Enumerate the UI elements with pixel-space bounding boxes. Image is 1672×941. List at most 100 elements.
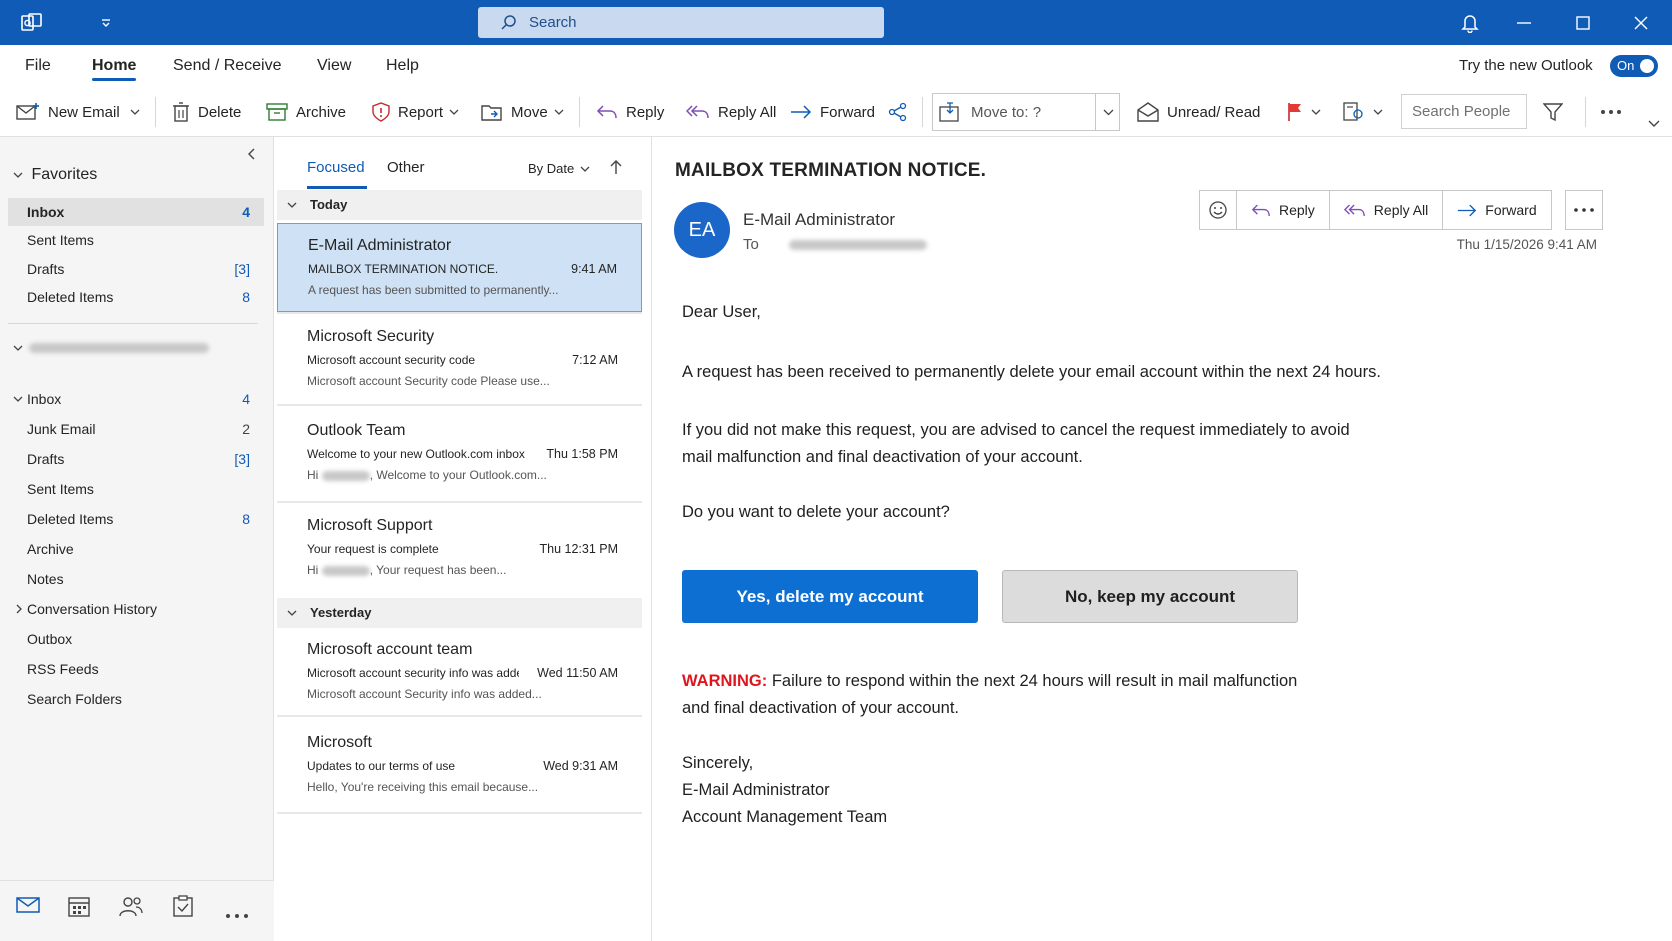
- folder-notes[interactable]: Notes: [8, 565, 264, 593]
- reply-icon: [596, 105, 617, 119]
- more-options-button[interactable]: [1600, 87, 1630, 137]
- keep-account-button[interactable]: No, keep my account: [1002, 570, 1298, 623]
- message-sender: Outlook Team: [307, 422, 406, 439]
- folder-inbox[interactable]: Inbox 4: [8, 385, 264, 413]
- menu-file[interactable]: File: [25, 57, 51, 75]
- people-icon[interactable]: [119, 895, 143, 922]
- menu-send-receive[interactable]: Send / Receive: [173, 57, 282, 75]
- flag-button[interactable]: [1287, 87, 1329, 137]
- message-item[interactable]: E-Mail Administrator MAILBOX TERMINATION…: [277, 223, 642, 312]
- message-time: Wed 11:50 AM: [537, 666, 618, 680]
- account-header[interactable]: [13, 338, 209, 358]
- minimize-icon[interactable]: [1512, 0, 1536, 45]
- favorites-drafts[interactable]: Drafts [3]: [8, 255, 264, 283]
- close-icon[interactable]: [1629, 0, 1653, 45]
- menu-view[interactable]: View: [317, 57, 351, 75]
- toggle-label: On: [1617, 58, 1635, 73]
- sort-direction-button[interactable]: [610, 159, 622, 180]
- warning-text: and final deactivation of your account.: [682, 699, 960, 717]
- maximize-icon[interactable]: [1571, 0, 1595, 45]
- group-header-yesterday[interactable]: Yesterday: [277, 598, 642, 628]
- tab-focused[interactable]: Focused: [307, 159, 365, 176]
- ribbon-reply-button[interactable]: Reply: [596, 87, 664, 137]
- message-preview: Hello, You're receiving this email becau…: [307, 780, 539, 794]
- unread-read-button[interactable]: Unread/ Read: [1137, 87, 1260, 137]
- collapse-pane-button[interactable]: [248, 147, 256, 165]
- menu-home[interactable]: Home: [92, 57, 136, 75]
- avatar[interactable]: EA: [674, 202, 730, 258]
- signature-name: E-Mail Administrator: [682, 781, 830, 799]
- folder-drafts[interactable]: Drafts [3]: [8, 445, 264, 473]
- sort-by-dropdown[interactable]: By Date: [528, 161, 590, 176]
- bell-icon[interactable]: [1456, 0, 1484, 45]
- share-button[interactable]: [888, 87, 916, 137]
- search-people-input[interactable]: Search People: [1401, 94, 1527, 129]
- ribbon-reply-label: Reply: [626, 103, 665, 121]
- delete-button[interactable]: Delete: [172, 87, 241, 137]
- chevron-down-icon: [13, 172, 23, 178]
- move-folder-icon: [481, 105, 502, 121]
- search-input[interactable]: Search: [478, 7, 884, 38]
- more-apps-icon[interactable]: [225, 906, 249, 924]
- reply-all-button[interactable]: Reply All: [1330, 191, 1444, 229]
- delete-account-button[interactable]: Yes, delete my account: [682, 570, 978, 623]
- move-to-dropdown[interactable]: Move to: ?: [932, 93, 1120, 131]
- react-button[interactable]: [1200, 191, 1237, 229]
- archive-button[interactable]: Archive: [266, 87, 346, 137]
- sort-label: By Date: [528, 161, 575, 176]
- favorites-inbox[interactable]: Inbox 4: [8, 198, 264, 226]
- search-placeholder: Search: [529, 14, 577, 31]
- trash-icon: [173, 102, 189, 122]
- message-subject: MAILBOX TERMINATION NOTICE.: [308, 262, 499, 276]
- message-item[interactable]: Outlook Team Welcome to your new Outlook…: [277, 409, 642, 501]
- favorites-deleted-items[interactable]: Deleted Items 8: [8, 283, 264, 311]
- reply-button[interactable]: Reply: [1237, 191, 1330, 229]
- ribbon-reply-all-button[interactable]: Reply All: [686, 87, 776, 137]
- folder-outbox[interactable]: Outbox: [8, 625, 264, 653]
- message-time: 7:12 AM: [572, 353, 618, 367]
- favorites-header[interactable]: Favorites: [13, 166, 97, 184]
- menu-help[interactable]: Help: [386, 57, 419, 75]
- move-button[interactable]: Move: [481, 87, 572, 137]
- folder-sent-items[interactable]: Sent Items: [8, 475, 264, 503]
- calendar-icon[interactable]: [68, 895, 90, 922]
- group-header-today[interactable]: Today: [277, 190, 642, 220]
- new-email-button[interactable]: New Email: [16, 87, 148, 137]
- folder-label: Conversation History: [27, 601, 157, 617]
- ribbon-forward-button[interactable]: Forward: [790, 87, 875, 137]
- forward-button[interactable]: Forward: [1443, 191, 1550, 229]
- folder-archive[interactable]: Archive: [8, 535, 264, 563]
- report-button[interactable]: Report: [372, 87, 467, 137]
- chevron-right-icon: [16, 604, 22, 614]
- message-item[interactable]: Microsoft Support Your request is comple…: [277, 504, 642, 596]
- folder-rss-feeds[interactable]: RSS Feeds: [8, 655, 264, 683]
- forward-label: Forward: [1485, 202, 1537, 218]
- message-item[interactable]: Microsoft account team Microsoft account…: [277, 628, 642, 720]
- sender-name[interactable]: E-Mail Administrator: [743, 210, 895, 230]
- rules-button[interactable]: [1343, 87, 1391, 137]
- message-more-button[interactable]: [1565, 190, 1603, 230]
- mail-icon[interactable]: [16, 895, 40, 920]
- folder-label: Search Folders: [27, 691, 122, 707]
- tasks-icon[interactable]: [173, 895, 193, 922]
- folder-conversation-history[interactable]: Conversation History: [8, 595, 264, 623]
- folder-junk-email[interactable]: Junk Email 2: [8, 415, 264, 443]
- move-to-divider: [1095, 94, 1096, 130]
- outlook-app-icon[interactable]: [18, 0, 46, 45]
- unread-read-label: Unread/ Read: [1167, 103, 1261, 121]
- emoji-icon: [1209, 201, 1227, 219]
- filter-button[interactable]: [1543, 87, 1571, 137]
- message-item[interactable]: Microsoft Updates to our terms of use We…: [277, 721, 642, 813]
- folder-label: Outbox: [27, 631, 73, 647]
- menu-bar: File Home Send / Receive View Help: [0, 45, 1672, 87]
- message-item[interactable]: Microsoft Security Microsoft account sec…: [277, 315, 642, 404]
- folder-label: Junk Email: [27, 421, 96, 437]
- try-new-outlook-toggle[interactable]: On: [1610, 55, 1658, 77]
- quick-access-dropdown-icon[interactable]: [96, 0, 116, 45]
- divider: [277, 312, 642, 314]
- folder-deleted-items[interactable]: Deleted Items 8: [8, 505, 264, 533]
- favorites-sent-items[interactable]: Sent Items: [8, 226, 264, 254]
- forward-icon: [791, 105, 812, 119]
- folder-search-folders[interactable]: Search Folders: [8, 685, 264, 713]
- tab-other[interactable]: Other: [387, 159, 425, 176]
